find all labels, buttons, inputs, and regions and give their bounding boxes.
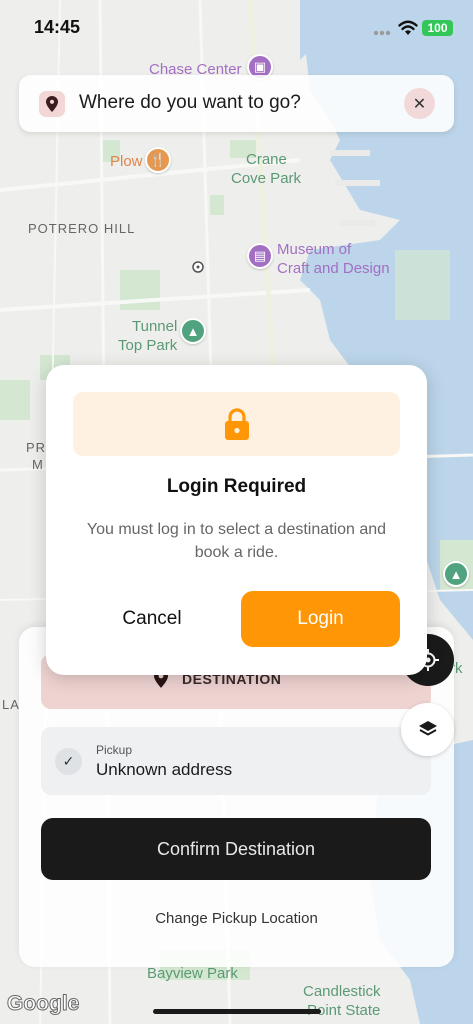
map-pin-icon (39, 91, 65, 117)
layers-icon (418, 720, 437, 735)
cellular-signal-icon (373, 30, 391, 36)
login-required-dialog: Login Required You must log in to select… (46, 365, 427, 675)
change-pickup-link[interactable]: Change Pickup Location (19, 910, 454, 927)
login-button[interactable]: Login (241, 591, 400, 647)
wifi-icon (398, 20, 418, 35)
map-layers-button[interactable] (401, 703, 454, 756)
confirm-destination-button[interactable]: Confirm Destination (41, 818, 431, 880)
pickup-field[interactable]: ✓ Pickup Unknown address (41, 727, 431, 795)
pickup-address: Unknown address (96, 760, 233, 779)
modal-title: Login Required (166, 476, 307, 497)
modal-icon-banner (73, 392, 400, 456)
battery-indicator: 100 (422, 20, 453, 36)
search-placeholder[interactable]: Where do you want to go? (79, 92, 301, 114)
cancel-button[interactable]: Cancel (72, 591, 232, 647)
status-time: 14:45 (34, 17, 81, 37)
close-icon[interactable]: ✕ (404, 88, 435, 119)
home-indicator[interactable] (153, 1009, 321, 1014)
status-bar: 14:45 100 (0, 0, 473, 56)
route-bottom-sheet: DESTINATION ✓ Pickup Unknown address Con… (19, 627, 454, 967)
destination-search-bar[interactable]: Where do you want to go? ✕ (19, 75, 454, 132)
pickup-caption: Pickup (96, 743, 133, 757)
lock-icon (224, 408, 249, 440)
modal-message: You must log in to select a destination … (86, 521, 387, 561)
check-icon: ✓ (55, 748, 82, 775)
google-logo: Google (6, 992, 80, 1016)
